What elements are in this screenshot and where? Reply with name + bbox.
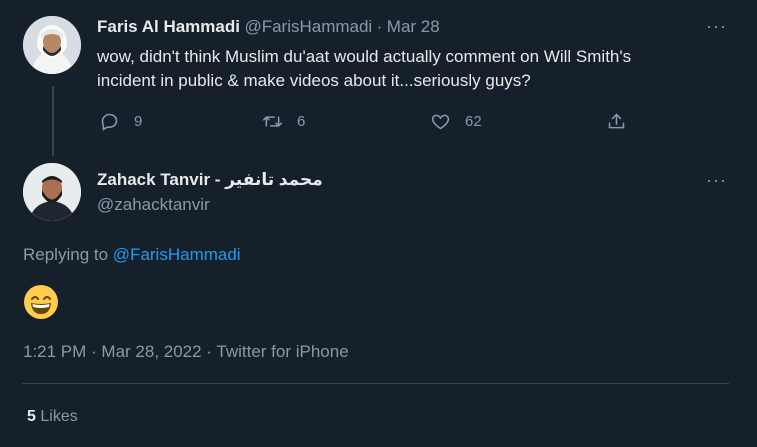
tweet-timestamp[interactable]: 1:21 PM · Mar 28, 2022 · Twitter for iPh… xyxy=(23,342,349,362)
divider xyxy=(22,383,729,384)
tweet-date[interactable]: Mar 28 xyxy=(387,17,440,36)
thread-line xyxy=(52,86,54,156)
share-icon xyxy=(608,113,625,129)
replying-to: Replying to @FarisHammadi xyxy=(23,245,241,265)
separator: · xyxy=(376,17,383,36)
share-button[interactable] xyxy=(606,111,641,132)
retweet-count: 6 xyxy=(297,113,306,130)
reply-button[interactable]: 9 xyxy=(99,111,142,132)
like-button[interactable]: 62 xyxy=(430,111,482,132)
author-handle[interactable]: @FarisHammadi xyxy=(244,17,372,36)
author-name[interactable]: Faris Al Hammadi xyxy=(97,17,240,36)
likes-count: 5 xyxy=(27,408,36,425)
reply-header: Zahack Tanvir - محمد تانفير @zahacktanvi… xyxy=(97,170,323,215)
replying-to-handle[interactable]: @FarisHammadi xyxy=(113,245,241,264)
likes-summary[interactable]: 5 Likes xyxy=(27,408,78,426)
reply-more-options-icon[interactable]: ··· xyxy=(706,170,727,191)
tweet-text-line-1: wow, didn't think Muslim du'aat would ac… xyxy=(97,47,632,66)
retweet-icon xyxy=(262,116,283,127)
zahack-avatar-image xyxy=(23,163,81,221)
grinning-face-icon xyxy=(24,285,58,319)
reply-count: 9 xyxy=(134,113,143,130)
avatar[interactable] xyxy=(23,163,81,221)
like-count: 62 xyxy=(465,113,482,130)
heart-icon xyxy=(431,114,450,130)
reply-author-name[interactable]: Zahack Tanvir - محمد تانفير xyxy=(97,170,323,190)
reply-icon xyxy=(101,113,118,131)
reply-author-handle[interactable]: @zahacktanvir xyxy=(97,195,323,215)
tweet-text: wow, didn't think Muslim du'aat would ac… xyxy=(97,45,737,93)
replying-to-label: Replying to xyxy=(23,245,109,264)
reply-emoji xyxy=(23,284,59,328)
more-options-icon[interactable]: ··· xyxy=(706,16,727,37)
retweet-button[interactable]: 6 xyxy=(262,111,305,132)
avatar[interactable] xyxy=(23,16,81,74)
tweet-text-line-2: incident in public & make videos about i… xyxy=(97,71,531,90)
likes-label: Likes xyxy=(40,408,78,425)
tweet-header: Faris Al Hammadi @FarisHammadi · Mar 28 xyxy=(97,17,440,37)
faris-avatar-image xyxy=(23,16,81,74)
